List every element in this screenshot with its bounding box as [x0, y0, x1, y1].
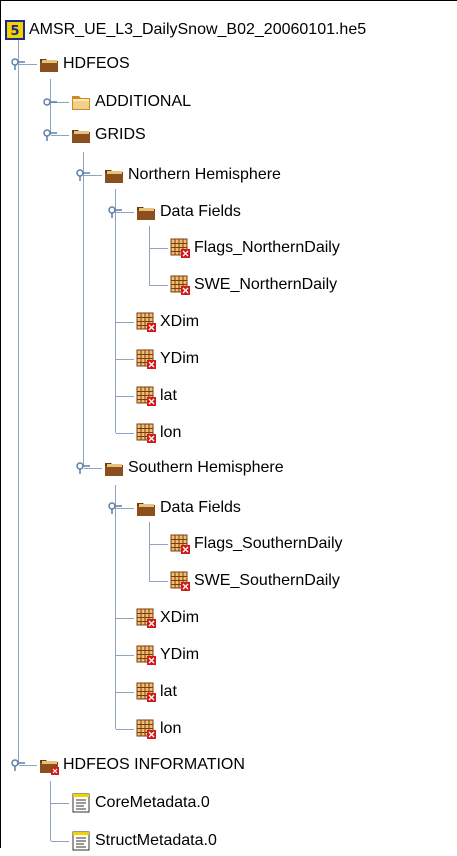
dataset-icon [170, 275, 190, 295]
tree-node-label: ADDITIONAL [95, 93, 192, 110]
tree-node-dataset[interactable]: lat [136, 677, 177, 707]
collapse-toggle-grids[interactable] [43, 129, 57, 141]
tree-node-label: Southern Hemisphere [128, 459, 284, 476]
tree-node-dataset[interactable]: lon [136, 418, 181, 448]
tree-line [116, 618, 134, 619]
tree-node-dataset[interactable]: XDim [136, 307, 199, 337]
tree-node-label: HDFEOS INFORMATION [63, 756, 245, 773]
tree-node-dataset[interactable]: lat [136, 381, 177, 411]
tree-node-label: Flags_SouthernDaily [194, 535, 343, 552]
tree-node-hdfeos-information[interactable]: HDFEOS INFORMATION [39, 750, 245, 780]
dataset-icon [170, 534, 190, 554]
text-document-icon [72, 793, 90, 813]
tree-line [150, 544, 168, 545]
tree-node-dataset[interactable]: XDim [136, 603, 199, 633]
dataset-icon [170, 238, 190, 258]
collapse-toggle-southern-data-fields[interactable] [108, 502, 122, 514]
open-folder-icon [40, 760, 59, 775]
dataset-icon [136, 719, 156, 739]
svg-text:5: 5 [10, 24, 19, 39]
tree-line [51, 803, 69, 804]
dataset-icon [136, 349, 156, 369]
text-document-icon [72, 831, 90, 851]
tree-node-label: YDim [160, 350, 200, 367]
tree-line [116, 359, 134, 360]
tree-node-label: GRIDS [95, 126, 146, 143]
tree-line [149, 522, 150, 582]
collapse-toggle-northern-data-fields[interactable] [108, 206, 122, 218]
tree-line [116, 433, 134, 434]
tree-node-northern-hemisphere[interactable]: Northern Hemisphere [104, 160, 281, 190]
tree-line [83, 152, 84, 467]
tree-node-metadata[interactable]: CoreMetadata.0 [71, 788, 210, 818]
tree-node-grids[interactable]: GRIDS [71, 120, 146, 150]
tree-node-label: Flags_NorthernDaily [194, 239, 340, 256]
tree-node-dataset[interactable]: YDim [136, 344, 199, 374]
tree-node-hdfeos[interactable]: HDFEOS [39, 49, 130, 79]
closed-folder-icon [72, 96, 90, 110]
tree-node-label: lat [160, 683, 177, 700]
tree-node-southern-hemisphere[interactable]: Southern Hemisphere [104, 453, 284, 483]
tree-node-dataset[interactable]: lon [136, 714, 181, 744]
tree-line [116, 655, 134, 656]
tree-node-root-file[interactable]: 5 AMSR_UE_L3_DailySnow_B02_20060101.he5 [5, 15, 366, 45]
dataset-icon [136, 608, 156, 628]
tree-node-label: SWE_SouthernDaily [194, 572, 340, 589]
collapse-toggle-northern-hemisphere[interactable] [76, 169, 90, 181]
tree-node-label: Northern Hemisphere [128, 166, 281, 183]
tree-line [149, 226, 150, 286]
tree-node-label: AMSR_UE_L3_DailySnow_B02_20060101.he5 [29, 21, 367, 38]
dataset-icon [136, 386, 156, 406]
dataset-icon [170, 571, 190, 591]
tree-node-label: StructMetadata.0 [95, 832, 217, 849]
tree-line [18, 31, 19, 765]
tree-node-label: XDim [160, 609, 200, 626]
tree-line [150, 285, 168, 286]
hdf5-file-icon: 5 [5, 20, 25, 40]
expand-toggle-additional[interactable] [43, 96, 57, 108]
open-folder-icon [137, 503, 155, 516]
collapse-toggle-southern-hemisphere[interactable] [76, 462, 90, 474]
tree-node-label: SWE_NorthernDaily [194, 276, 338, 293]
tree-node-dataset[interactable]: Flags_NorthernDaily [170, 233, 340, 263]
tree-line [150, 248, 168, 249]
open-folder-icon [105, 170, 123, 183]
tree-line [116, 322, 134, 323]
open-folder-icon [105, 463, 123, 476]
tree-line [51, 841, 69, 842]
tree-node-dataset[interactable]: YDim [136, 640, 199, 670]
open-folder-icon [40, 59, 58, 72]
dataset-icon [136, 682, 156, 702]
tree-node-southern-data-fields[interactable]: Data Fields [136, 493, 241, 523]
tree-node-label: YDim [160, 646, 200, 663]
tree-node-label: CoreMetadata.0 [95, 794, 210, 811]
tree-node-label: Data Fields [160, 203, 241, 220]
tree-node-dataset[interactable]: SWE_NorthernDaily [170, 270, 337, 300]
file-tree: 5 AMSR_UE_L3_DailySnow_B02_20060101.he5 … [0, 0, 457, 851]
tree-node-label: XDim [160, 313, 200, 330]
tree-node-label: Data Fields [160, 499, 241, 516]
tree-node-dataset[interactable]: SWE_SouthernDaily [170, 566, 340, 596]
tree-node-dataset[interactable]: Flags_SouthernDaily [170, 529, 343, 559]
dataset-icon [136, 645, 156, 665]
tree-node-label: HDFEOS [63, 55, 130, 72]
tree-node-label: lon [160, 720, 182, 737]
tree-line [116, 729, 134, 730]
collapse-toggle-hdfeos-information[interactable] [11, 759, 25, 771]
dataset-icon [136, 312, 156, 332]
tree-node-additional[interactable]: ADDITIONAL [71, 87, 191, 117]
tree-line [116, 396, 134, 397]
tree-node-northern-data-fields[interactable]: Data Fields [136, 197, 241, 227]
tree-node-label: lon [160, 424, 182, 441]
open-folder-icon [72, 130, 90, 143]
tree-node-label: lat [160, 387, 177, 404]
open-folder-icon [137, 207, 155, 220]
tree-line [116, 692, 134, 693]
dataset-icon [136, 423, 156, 443]
collapse-toggle-hdfeos[interactable] [11, 58, 25, 70]
tree-line [150, 581, 168, 582]
tree-line [50, 781, 51, 841]
tree-node-metadata[interactable]: StructMetadata.0 [71, 826, 217, 856]
